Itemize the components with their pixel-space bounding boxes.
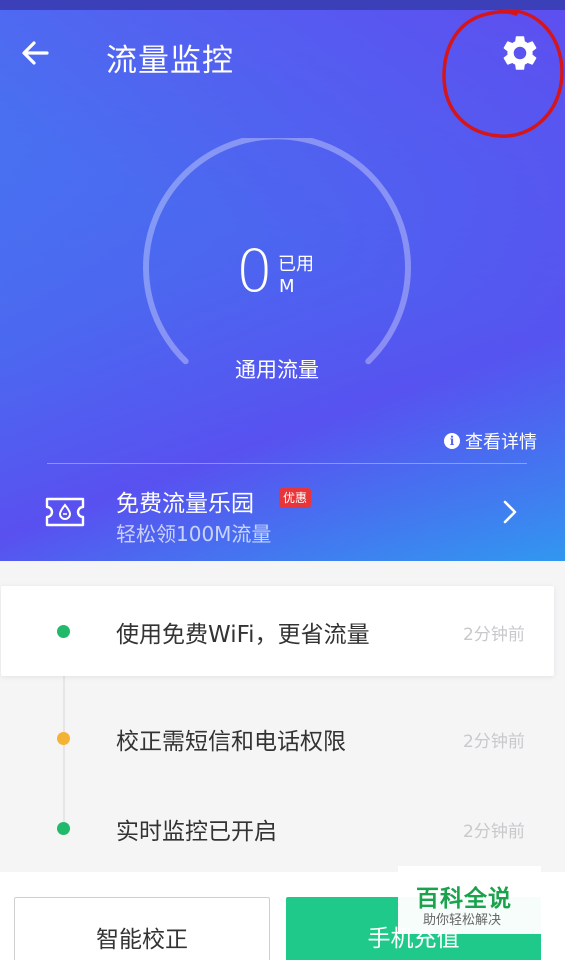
free-data-promo[interactable]: 免费流量乐园 优惠 轻松领100M流量 (0, 464, 565, 560)
gear-icon[interactable] (499, 32, 541, 74)
usage-unit: M (279, 276, 295, 297)
gauge-label: 通用流量 (235, 358, 319, 382)
status-bar (0, 0, 565, 10)
usage-gauge (143, 138, 411, 365)
usage-used-label: 已用 (278, 254, 314, 275)
event-text: 使用免费WiFi，更省流量 (116, 622, 370, 648)
event-time: 2分钟前 (463, 732, 525, 752)
status-dot-orange (57, 732, 70, 745)
promo-title: 免费流量乐园 (116, 491, 254, 517)
status-dot-green (57, 822, 70, 835)
gauge-track (143, 138, 411, 365)
watermark-logo: 百科全说 助你轻松解决 (398, 866, 541, 934)
watermark-title: 百科全说 (416, 886, 512, 912)
event-text: 实时监控已开启 (116, 819, 277, 845)
usage-value: 0 (236, 237, 273, 305)
timeline-event[interactable]: 校正需短信和电话权限 2分钟前 (0, 708, 565, 768)
watermark-subtitle: 助你轻松解决 (423, 913, 502, 928)
view-details-label: 查看详情 (465, 432, 537, 453)
event-time: 2分钟前 (463, 625, 525, 645)
view-details-link[interactable]: i 查看详情 (444, 428, 537, 454)
chevron-right-icon (503, 500, 517, 524)
event-text: 校正需短信和电话权限 (116, 729, 346, 755)
status-dot-green (57, 625, 70, 638)
smart-calibrate-label: 智能校正 (96, 927, 188, 953)
info-icon: i (444, 433, 460, 449)
timeline-event[interactable]: 使用免费WiFi，更省流量 2分钟前 (0, 601, 565, 661)
page-title: 流量监控 (106, 43, 234, 79)
header-panel: 流量监控 0 已用 M 通用流量 i 查看详情 免费流量乐园 优惠 轻松领100… (0, 0, 565, 561)
arrow-left-icon[interactable] (18, 36, 52, 70)
promo-badge: 优惠 (279, 488, 312, 508)
ticket-icon (45, 497, 85, 527)
promo-subtitle: 轻松领100M流量 (116, 522, 272, 546)
timeline-event[interactable]: 实时监控已开启 2分钟前 (0, 798, 565, 858)
event-time: 2分钟前 (463, 822, 525, 842)
smart-calibrate-button[interactable]: 智能校正 (14, 897, 270, 960)
